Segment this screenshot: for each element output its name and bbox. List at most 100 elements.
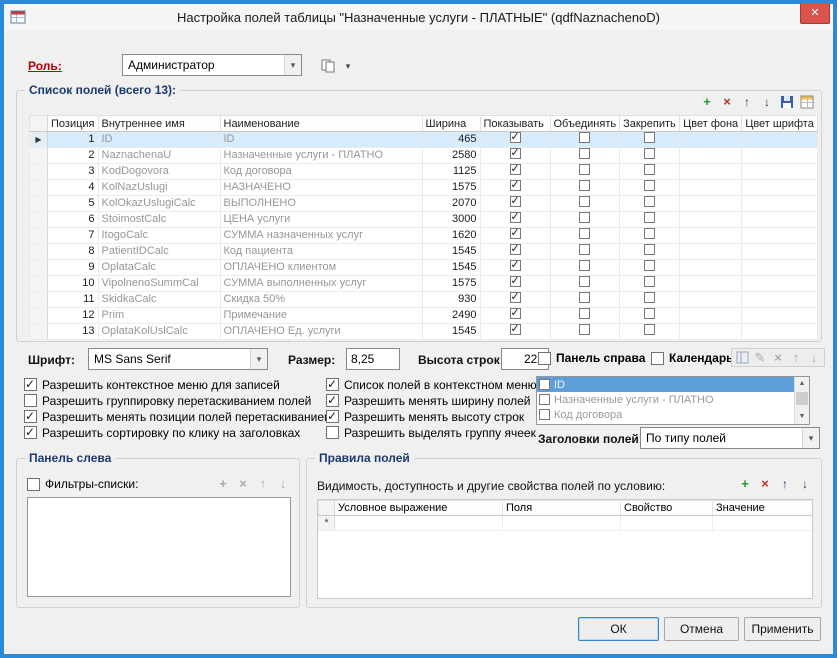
merge-checkbox[interactable] [579,244,590,255]
show-checkbox[interactable] [510,132,521,143]
show-cell[interactable] [480,148,550,164]
show-checkbox[interactable] [510,308,521,319]
position-cell[interactable]: 10 [48,276,99,292]
col-show[interactable]: Показывать [480,116,550,132]
pin-checkbox[interactable] [644,148,655,159]
merge-cell[interactable] [550,244,620,260]
show-checkbox[interactable] [510,196,521,207]
field-row[interactable]: 5KolOkazUslugiCalcВЫПОЛНЕНО2070 [30,196,818,212]
show-cell[interactable] [480,196,550,212]
field-row[interactable]: 9OplataCalcОПЛАЧЕНО клиентом1545 [30,260,818,276]
font-color-cell[interactable] [742,292,818,308]
position-cell[interactable]: 12 [48,308,99,324]
internal-name-cell[interactable]: OplataCalc [98,260,220,276]
move-up-icon[interactable]: ↑ [255,476,271,491]
field-row[interactable]: ▶1IDID465 [30,132,818,148]
width-cell[interactable]: 2490 [422,308,480,324]
show-checkbox[interactable] [510,212,521,223]
merge-cell[interactable] [550,148,620,164]
pin-checkbox[interactable] [644,212,655,223]
col-pin[interactable]: Закрепить [620,116,680,132]
show-cell[interactable] [480,308,550,324]
move-up-icon[interactable]: ↑ [777,476,793,491]
show-checkbox[interactable] [510,244,521,255]
scroll-down-icon[interactable]: ▼ [795,410,809,424]
field-row[interactable]: 2NaznachenaUНазначенные услуги - ПЛАТНО2… [30,148,818,164]
move-down-icon[interactable]: ↓ [275,476,291,491]
font-size-input[interactable] [346,348,400,370]
calendar-checkbox[interactable] [651,352,664,365]
right-panel-checkbox-row[interactable]: Панель справа [538,351,645,365]
merge-checkbox[interactable] [579,196,590,207]
option-checkbox[interactable] [326,426,339,439]
field-row[interactable]: 4KolNazUslugiНАЗНАЧЕНО1575 [30,180,818,196]
merge-checkbox[interactable] [579,164,590,175]
width-cell[interactable]: 2070 [422,196,480,212]
delete-field-icon[interactable]: × [719,94,735,109]
bg-color-cell[interactable] [680,308,742,324]
property-cell[interactable] [621,516,713,531]
ok-button[interactable]: ОК [578,617,659,641]
rules-new-row[interactable]: * [319,516,813,531]
add-rule-icon[interactable]: + [737,476,753,491]
merge-cell[interactable] [550,292,620,308]
right-panel-checkbox[interactable] [538,352,551,365]
font-color-cell[interactable] [742,196,818,212]
option-checkbox-row[interactable]: Разрешить сортировку по клику на заголов… [24,426,332,439]
position-cell[interactable]: 5 [48,196,99,212]
pin-checkbox[interactable] [644,292,655,303]
delete-icon[interactable]: × [770,350,786,365]
col-font-color[interactable]: Цвет шрифта [742,116,818,132]
show-cell[interactable] [480,180,550,196]
cancel-button[interactable]: Отмена [664,617,739,641]
filter-listbox[interactable] [27,497,291,597]
width-cell[interactable]: 1620 [422,228,480,244]
bg-color-cell[interactable] [680,132,742,148]
move-down-icon[interactable]: ↓ [806,350,822,365]
font-combobox[interactable]: MS Sans Serif ▾ [88,348,268,370]
close-button[interactable]: ✕ [800,4,830,24]
scrollbar[interactable]: ▲ ▼ [794,377,809,424]
merge-checkbox[interactable] [579,308,590,319]
option-checkbox-row[interactable]: Разрешить менять позиции полей перетаски… [24,410,332,423]
caption-cell[interactable]: Код договора [220,164,422,180]
fields-list-item[interactable]: Назначенные услуги - ПЛАТНО [537,392,794,407]
bg-color-cell[interactable] [680,324,742,340]
col-caption[interactable]: Наименование [220,116,422,132]
internal-name-cell[interactable]: Prim [98,308,220,324]
pin-checkbox[interactable] [644,180,655,191]
width-cell[interactable]: 1575 [422,276,480,292]
merge-checkbox[interactable] [579,148,590,159]
pin-cell[interactable] [620,212,680,228]
delete-rule-icon[interactable]: × [757,476,773,491]
pin-checkbox[interactable] [644,244,655,255]
internal-name-cell[interactable]: OplataKolUslCalc [98,324,220,340]
add-icon[interactable]: + [215,476,231,491]
position-cell[interactable]: 13 [48,324,99,340]
merge-checkbox[interactable] [579,212,590,223]
bg-color-cell[interactable] [680,276,742,292]
caption-cell[interactable]: ВЫПОЛНЕНО [220,196,422,212]
merge-cell[interactable] [550,212,620,228]
position-cell[interactable]: 1 [48,132,99,148]
caption-cell[interactable]: ОПЛАЧЕНО клиентом [220,260,422,276]
font-color-cell[interactable] [742,132,818,148]
option-checkbox-row[interactable]: Разрешить контекстное меню для записей [24,378,332,391]
calendar-checkbox-row[interactable]: Календарь [651,351,734,365]
caption-cell[interactable]: СУММА назначенных услуг [220,228,422,244]
font-color-cell[interactable] [742,244,818,260]
add-field-icon[interactable]: + [699,94,715,109]
edit-icon[interactable]: ✎ [752,350,768,365]
col-width[interactable]: Ширина [422,116,480,132]
rules-grid-container[interactable]: Условное выражение Поля Свойство Значени… [317,499,813,599]
show-checkbox[interactable] [510,164,521,175]
internal-name-cell[interactable]: NaznachenaU [98,148,220,164]
position-cell[interactable]: 4 [48,180,99,196]
move-down-icon[interactable]: ↓ [797,476,813,491]
width-cell[interactable]: 930 [422,292,480,308]
pin-cell[interactable] [620,196,680,212]
bg-color-cell[interactable] [680,292,742,308]
pin-cell[interactable] [620,324,680,340]
show-cell[interactable] [480,228,550,244]
field-row[interactable]: 11SkidkaCalcСкидка 50%930 [30,292,818,308]
